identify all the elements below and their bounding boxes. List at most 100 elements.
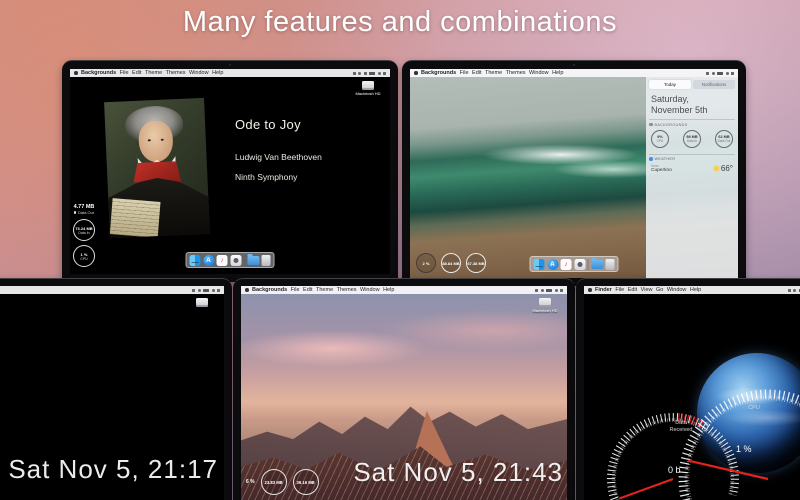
menu-bar: Finder File Edit View Go Window Help	[584, 286, 800, 294]
spotlight-icon[interactable]	[725, 71, 729, 75]
menu-status-icons[interactable]	[787, 288, 800, 292]
bluetooth-icon[interactable]	[706, 71, 709, 75]
menu-status-icons[interactable]	[192, 288, 220, 292]
menu-item-theme[interactable]: Theme	[316, 287, 333, 293]
beethoven-artwork	[104, 97, 210, 239]
menu-item-edit[interactable]: Edit	[132, 70, 141, 76]
cpu-value: 2 %	[422, 260, 430, 266]
bluetooth-icon[interactable]	[352, 71, 356, 75]
battery-icon[interactable]	[203, 288, 209, 292]
apple-icon[interactable]	[588, 288, 592, 292]
wifi-icon[interactable]	[358, 71, 361, 75]
notification-center-icon[interactable]	[560, 288, 563, 292]
menu-item-window[interactable]: Window	[667, 287, 687, 293]
menu-item-file[interactable]: File	[460, 70, 469, 76]
battery-icon[interactable]	[546, 288, 552, 292]
itunes-icon[interactable]: ♪	[560, 258, 572, 270]
macintosh-hd-icon[interactable]: Macintosh HD	[351, 81, 385, 96]
menu-item-help[interactable]: Help	[212, 70, 223, 76]
menu-app-name[interactable]: Backgrounds	[252, 287, 287, 293]
bluetooth-icon[interactable]	[192, 288, 195, 292]
app-icon[interactable]	[574, 258, 585, 270]
menu-item-file[interactable]: File	[291, 287, 300, 293]
trash-icon[interactable]	[261, 254, 271, 266]
menu-item-themes[interactable]: Themes	[337, 287, 357, 293]
notification-center-icon[interactable]	[383, 71, 386, 75]
appstore-icon[interactable]: A	[547, 258, 558, 270]
macintosh-hd-icon[interactable]	[185, 298, 219, 307]
menu-item-file[interactable]: File	[120, 70, 129, 76]
menu-status-icons[interactable]	[352, 71, 386, 75]
menu-item-theme[interactable]: Theme	[145, 70, 162, 76]
gauge-label-line1: Data	[675, 420, 687, 426]
menu-item-help[interactable]: Help	[552, 70, 563, 76]
status-dot-icon	[73, 211, 77, 214]
finder-icon[interactable]	[533, 258, 545, 270]
weather-widget-header[interactable]: WEATHER	[649, 153, 735, 161]
folder-icon[interactable]	[247, 254, 259, 265]
data-in-label: Data In	[686, 138, 698, 143]
menu-item-view[interactable]: View	[641, 287, 653, 293]
menu-item-go[interactable]: Go	[656, 287, 663, 293]
camera-icon	[573, 64, 575, 66]
cpu-ring-gauge: 1 % CPU	[73, 245, 95, 267]
itunes-icon[interactable]: ♪	[216, 254, 228, 266]
macintosh-hd-icon[interactable]: Macintosh HD	[528, 298, 562, 313]
menu-item-window[interactable]: Window	[360, 287, 380, 293]
menu-status-icons[interactable]	[535, 288, 563, 292]
menu-item-edit[interactable]: Edit	[628, 287, 637, 293]
apple-icon[interactable]	[245, 288, 249, 292]
wifi-icon[interactable]	[540, 288, 544, 292]
wave-clock-screen: Sat Nov 5, 21:17	[0, 286, 224, 500]
laptop-space-gauges: Finder File Edit View Go Window Help Dat…	[576, 278, 800, 500]
apple-icon[interactable]	[414, 71, 418, 75]
menu-item-window[interactable]: Window	[529, 70, 549, 76]
dock: A ♪	[529, 256, 619, 272]
spotlight-icon[interactable]	[211, 288, 215, 292]
finder-icon[interactable]	[189, 254, 201, 266]
wifi-icon[interactable]	[793, 288, 796, 292]
menu-item-themes[interactable]: Themes	[166, 70, 186, 76]
wifi-icon[interactable]	[711, 71, 715, 75]
appstore-icon[interactable]: A	[203, 254, 214, 266]
menu-status-icons[interactable]	[706, 71, 734, 75]
trash-icon[interactable]	[605, 258, 615, 270]
tab-today[interactable]: Today	[649, 80, 691, 89]
disk-label: Macintosh HD	[355, 91, 381, 96]
wifi-icon[interactable]	[197, 288, 201, 292]
disk-label: Macintosh HD	[532, 308, 558, 313]
spotlight-icon[interactable]	[554, 288, 558, 292]
date-line2: November 5th	[651, 104, 708, 115]
battery-icon[interactable]	[717, 71, 723, 75]
menu-item-edit[interactable]: Edit	[472, 70, 481, 76]
bluetooth-icon[interactable]	[787, 288, 791, 292]
menu-item-help[interactable]: Help	[383, 287, 394, 293]
menu-item-theme[interactable]: Theme	[485, 70, 502, 76]
menu-item-file[interactable]: File	[615, 287, 624, 293]
menu-item-help[interactable]: Help	[690, 287, 701, 293]
data-value: 88.84 MB	[442, 260, 460, 266]
notification-center-icon[interactable]	[217, 288, 220, 292]
folder-icon[interactable]	[591, 258, 603, 269]
notification-center-icon[interactable]	[731, 71, 734, 75]
menu-item-window[interactable]: Window	[189, 70, 209, 76]
backgrounds-widget-header[interactable]: BACKGROUNDS	[649, 119, 735, 127]
spotlight-icon[interactable]	[377, 71, 381, 75]
tab-notifications[interactable]: Notifications	[693, 80, 735, 89]
menu-app-name[interactable]: Backgrounds	[421, 70, 456, 76]
menu-item-edit[interactable]: Edit	[303, 287, 312, 293]
battery-icon[interactable]	[369, 71, 375, 75]
menu-app-name[interactable]: Backgrounds	[81, 70, 116, 76]
laptop-wave-widgets: Backgrounds File Edit Theme Themes Windo…	[402, 60, 746, 286]
app-icon[interactable]	[230, 254, 241, 266]
apple-icon[interactable]	[74, 71, 78, 75]
menu-app-name[interactable]: Finder	[595, 287, 612, 293]
menu-item-themes[interactable]: Themes	[506, 70, 526, 76]
weather-widget-icon	[649, 157, 653, 161]
gauge-value: 1 %	[736, 444, 752, 454]
marketing-screenshot: Many features and combinations Backgroun…	[0, 0, 800, 500]
bluetooth-icon[interactable]	[535, 288, 538, 292]
menu-bar	[0, 286, 224, 294]
data-ring-gauge: 67.38 MB	[466, 253, 486, 273]
volume-icon[interactable]	[363, 71, 367, 75]
